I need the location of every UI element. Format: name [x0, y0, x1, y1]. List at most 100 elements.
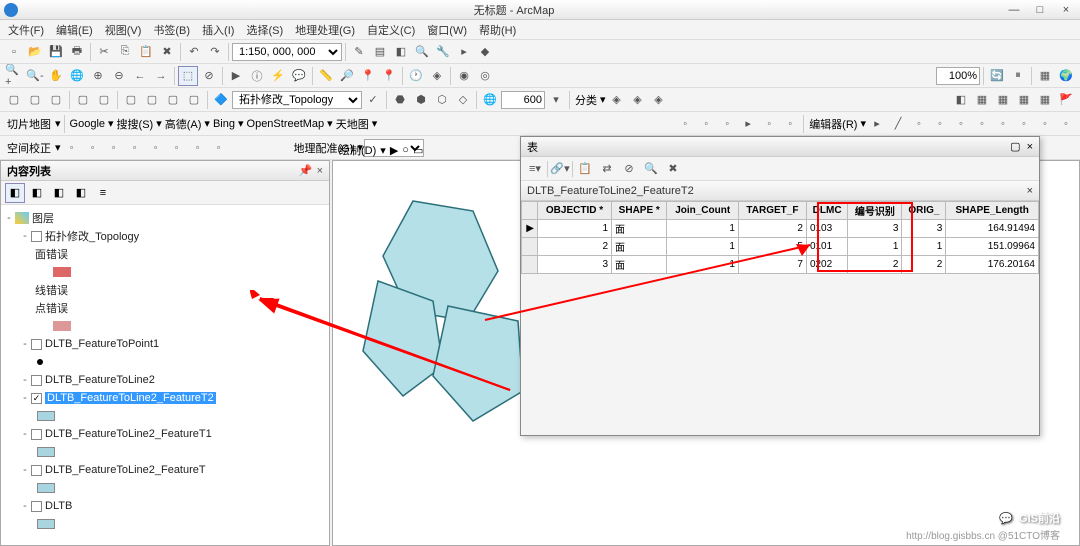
refresh-icon[interactable]: 🔄	[987, 66, 1007, 86]
layer-checkbox[interactable]	[31, 231, 42, 242]
ext6-icon[interactable]: ◧	[951, 90, 971, 110]
tile-dropdown[interactable]: ▾	[55, 117, 61, 130]
class2-icon[interactable]: ◈	[628, 90, 648, 110]
clear-selection-icon[interactable]: ⊘	[199, 66, 219, 86]
layer-label[interactable]: DLTB_FeatureToLine2_FeatureT	[45, 464, 206, 476]
ext2-icon[interactable]: ◉	[454, 66, 474, 86]
column-header[interactable]: SHAPE_Length	[946, 202, 1039, 220]
table-zoom-icon[interactable]: 🔍	[641, 159, 661, 179]
draw-label[interactable]: 绘制(D)	[339, 142, 376, 158]
bm-google[interactable]: Google	[68, 118, 107, 130]
topo1-icon[interactable]: ▢	[4, 90, 24, 110]
toolbox-icon[interactable]: 🔧	[433, 42, 453, 62]
search-icon[interactable]: 🔍	[412, 42, 432, 62]
menu-view[interactable]: 视图(V)	[101, 21, 146, 39]
toc-options-icon[interactable]: ≡	[93, 183, 113, 203]
html-popup-icon[interactable]: 💬	[289, 66, 309, 86]
tree-twisty[interactable]: -	[19, 464, 31, 476]
pause-icon[interactable]: ⏸	[1008, 66, 1028, 86]
ed-d-icon[interactable]: ◦	[930, 114, 950, 134]
table-window[interactable]: 表 ▢ × ≡▾ 🔗▾ 📋 ⇄ ⊘ 🔍 ✖ DLTB_FeatureToLine…	[520, 136, 1040, 436]
tree-twisty[interactable]: -	[19, 500, 31, 512]
topo-opt-icon[interactable]: ▾	[546, 90, 566, 110]
tree-twisty[interactable]: -	[19, 374, 31, 386]
layer-symbol[interactable]	[37, 447, 55, 457]
topo3-icon[interactable]: ▢	[46, 90, 66, 110]
topo2-icon[interactable]: ▢	[25, 90, 45, 110]
zoom-out-icon[interactable]: 🔍-	[25, 66, 45, 86]
ed-i-icon[interactable]: ◦	[1035, 114, 1055, 134]
sp3-icon[interactable]: ◦	[104, 138, 124, 158]
tree-root[interactable]: 图层	[32, 210, 54, 226]
layer-label[interactable]: DLTB_FeatureToPoint1	[45, 338, 159, 350]
ext5-icon[interactable]: 🌍	[1056, 66, 1076, 86]
ed-c-icon[interactable]: ◦	[909, 114, 929, 134]
model-icon[interactable]: ◆	[475, 42, 495, 62]
table-options-icon[interactable]: ≡▾	[525, 159, 545, 179]
classify-label[interactable]: 分类	[573, 92, 599, 108]
layer-symbol[interactable]	[53, 321, 71, 331]
ext9-icon[interactable]: ▦	[1014, 90, 1034, 110]
topo-err3-icon[interactable]: ⬡	[432, 90, 452, 110]
classify-dropdown[interactable]: ▾	[600, 93, 606, 106]
layer-label[interactable]: DLTB	[45, 500, 72, 512]
layer-symbol[interactable]	[37, 483, 55, 493]
topo5-icon[interactable]: ▢	[94, 90, 114, 110]
layer-checkbox[interactable]	[31, 501, 42, 512]
paste-icon[interactable]: 📋	[136, 42, 156, 62]
column-header[interactable]: TARGET_F	[738, 202, 806, 220]
bm-tianditu[interactable]: 天地图	[334, 116, 371, 132]
table-restore-icon[interactable]: ▢	[1010, 140, 1020, 153]
table-tab-name[interactable]: DLTB_FeatureToLine2_FeatureT2	[527, 185, 1027, 197]
table-icon[interactable]: ▤	[370, 42, 390, 62]
table-close-button[interactable]: ×	[1027, 141, 1033, 153]
toc-list-by-source-icon[interactable]: ◧	[27, 183, 47, 203]
ed1-icon[interactable]: ◦	[675, 114, 695, 134]
ed4-icon[interactable]: ▸	[738, 114, 758, 134]
tree-twisty[interactable]: -	[19, 392, 31, 404]
layer-checkbox[interactable]	[31, 465, 42, 476]
menu-insert[interactable]: 插入(I)	[198, 21, 238, 39]
full-extent-icon[interactable]: 🌐	[67, 66, 87, 86]
column-header[interactable]: OBJECTID *	[538, 202, 612, 220]
spatial-label[interactable]: 空间校正	[4, 140, 54, 156]
menu-bookmarks[interactable]: 书签(B)	[149, 21, 194, 39]
ed-f-icon[interactable]: ◦	[972, 114, 992, 134]
layer-label[interactable]: DLTB_FeatureToLine2_FeatureT1	[45, 428, 212, 440]
ed2-icon[interactable]: ◦	[696, 114, 716, 134]
table-tab-close-button[interactable]: ×	[1027, 185, 1033, 197]
layer-label[interactable]: 点错误	[35, 300, 68, 316]
copy-icon[interactable]: ⎘	[115, 42, 135, 62]
tolerance-input[interactable]	[501, 91, 545, 109]
layer-checkbox[interactable]: ✓	[31, 393, 42, 404]
menu-edit[interactable]: 编辑(E)	[52, 21, 97, 39]
tree-twisty[interactable]: -	[19, 428, 31, 440]
draw-rect-icon[interactable]: ▭	[413, 144, 423, 157]
select-elements-icon[interactable]: ▶	[226, 66, 246, 86]
zoom-in-icon[interactable]: 🔍+	[4, 66, 24, 86]
table-delete-icon[interactable]: ✖	[663, 159, 683, 179]
menu-file[interactable]: 文件(F)	[4, 21, 48, 39]
tree-twisty[interactable]: -	[19, 230, 31, 242]
bm-gaode[interactable]: 高德(A)	[163, 116, 204, 132]
ext7-icon[interactable]: ▦	[972, 90, 992, 110]
layer-checkbox[interactable]	[31, 339, 42, 350]
ed-h-icon[interactable]: ◦	[1014, 114, 1034, 134]
minimize-button[interactable]: —	[1004, 3, 1024, 17]
ext4-icon[interactable]: ▦	[1035, 66, 1055, 86]
topo-err2-icon[interactable]: ⬢	[411, 90, 431, 110]
layer-label[interactable]: 拓扑修改_Topology	[45, 228, 139, 244]
sp2-icon[interactable]: ◦	[83, 138, 103, 158]
bm-soso[interactable]: 搜搜(S)	[115, 116, 156, 132]
table-clear-icon[interactable]: ⊘	[619, 159, 639, 179]
catalog-icon[interactable]: ◧	[391, 42, 411, 62]
table-switch-icon[interactable]: ⇄	[597, 159, 617, 179]
sp1-icon[interactable]: ◦	[62, 138, 82, 158]
topo-err1-icon[interactable]: ⬣	[390, 90, 410, 110]
menu-selection[interactable]: 选择(S)	[242, 21, 287, 39]
measure-icon[interactable]: 📏	[316, 66, 336, 86]
bm-bing[interactable]: Bing	[211, 118, 237, 130]
save-icon[interactable]: 💾	[46, 42, 66, 62]
find-route-icon[interactable]: 📍	[358, 66, 378, 86]
topo-err4-icon[interactable]: ◇	[453, 90, 473, 110]
